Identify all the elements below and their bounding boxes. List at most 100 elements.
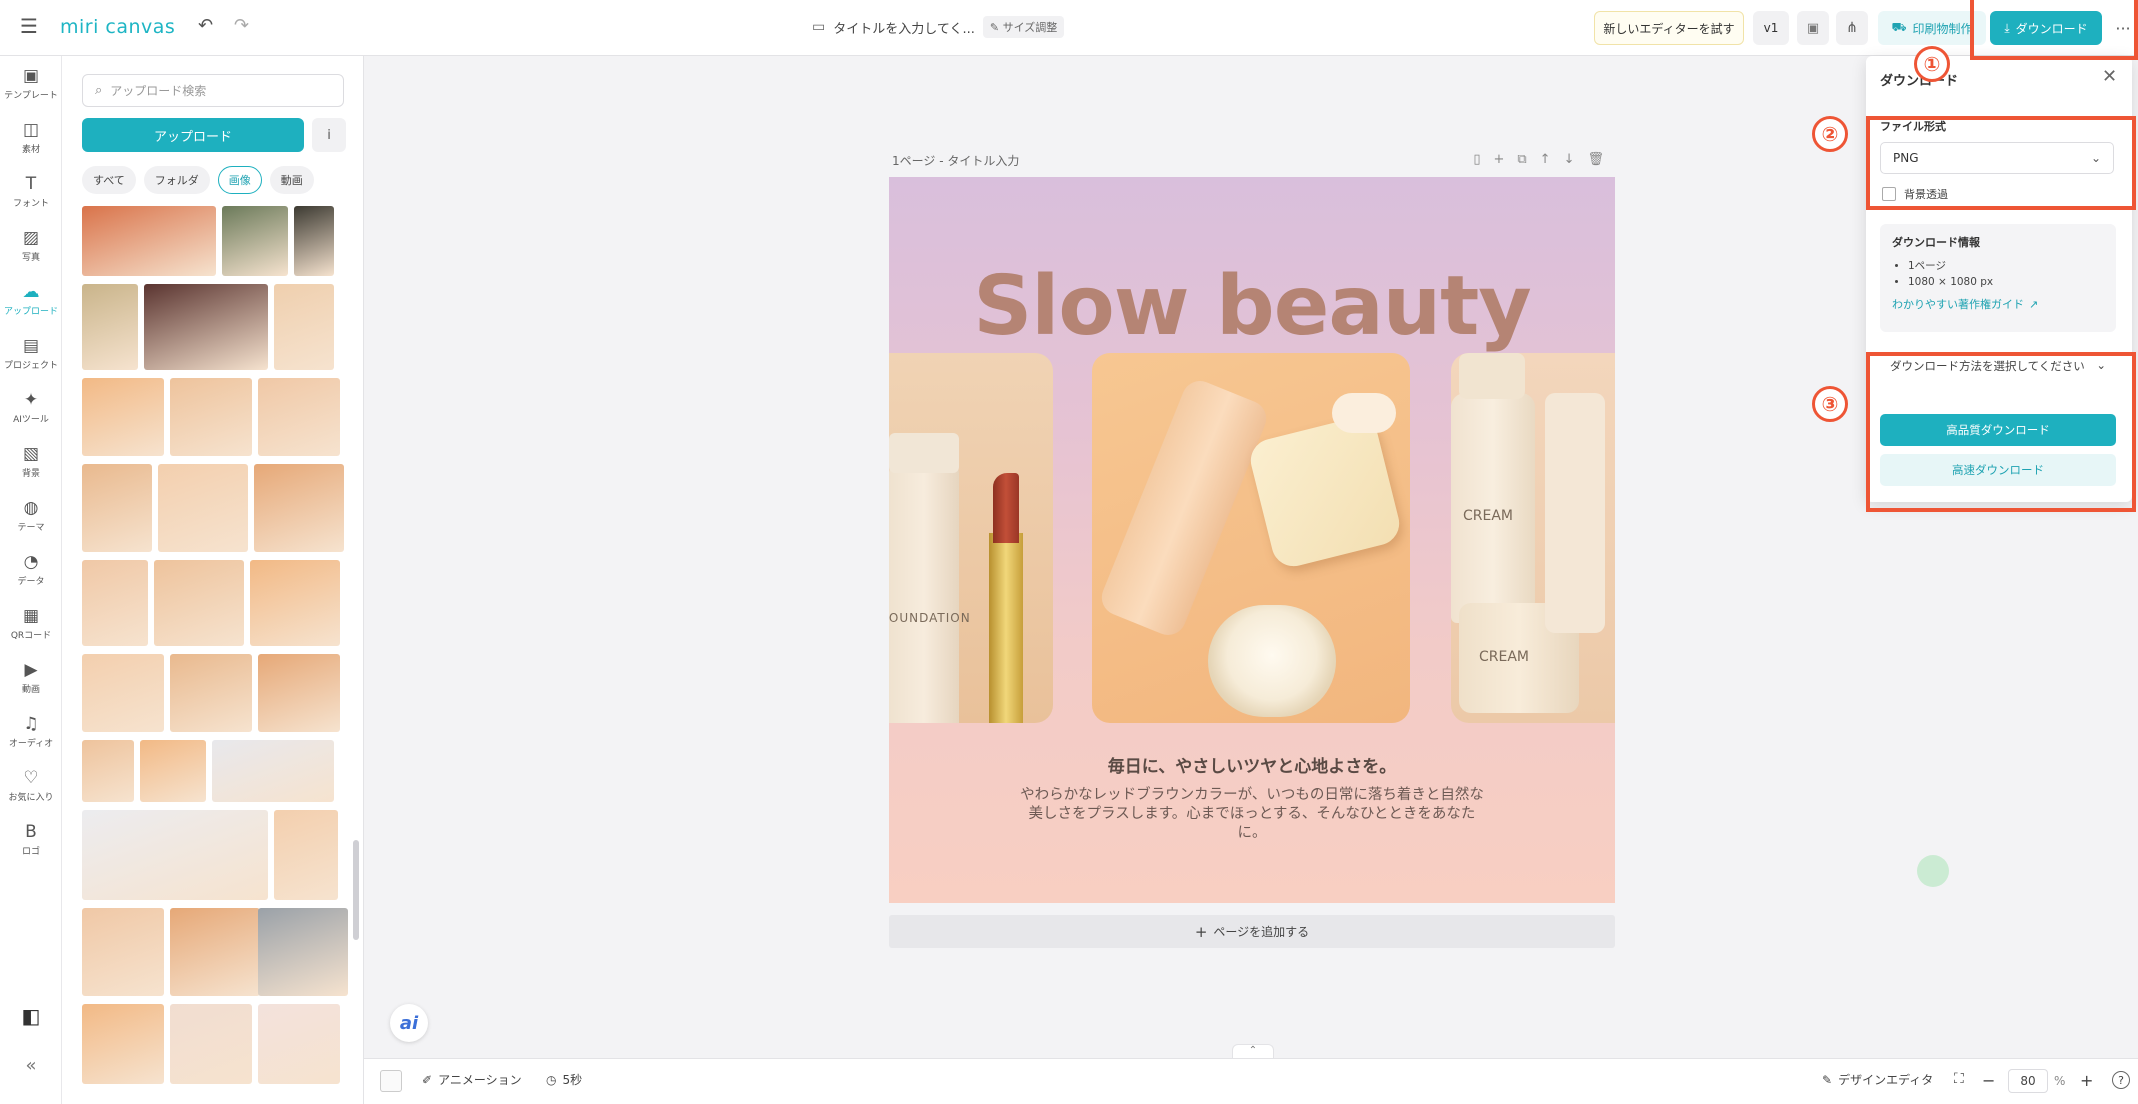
upload-thumbnail[interactable] xyxy=(140,740,206,802)
rail-item-font[interactable]: T フォント xyxy=(0,174,62,209)
product-photo-right[interactable]: CREAM CREAM xyxy=(1451,353,1615,723)
chip-image[interactable]: 画像 xyxy=(217,166,262,194)
folder-icon[interactable]: ▭ xyxy=(812,19,825,35)
move-up-icon[interactable]: ↑ xyxy=(1540,152,1551,167)
rail-item-ai-tools[interactable]: ✦ AIツール xyxy=(0,390,62,425)
duration-button[interactable]: ◷ 5秒 xyxy=(546,1071,582,1088)
upload-thumbnail[interactable] xyxy=(82,1004,164,1084)
upload-thumbnail[interactable] xyxy=(82,908,164,996)
duplicate-page-icon[interactable]: ⧉ xyxy=(1517,152,1526,167)
upload-thumbnail[interactable] xyxy=(254,464,344,552)
video-icon: ▶ xyxy=(24,660,38,680)
product-photo-center[interactable] xyxy=(1092,353,1410,723)
upload-thumbnail[interactable] xyxy=(170,1004,252,1084)
chip-video[interactable]: 動画 xyxy=(269,166,314,194)
upload-thumbnail[interactable] xyxy=(274,810,338,900)
rail-item-project[interactable]: ▤ プロジェクト xyxy=(0,336,62,371)
animation-button[interactable]: ✐ アニメーション xyxy=(422,1071,522,1088)
upload-thumbnail[interactable] xyxy=(170,654,252,732)
zoom-out-icon[interactable]: − xyxy=(1982,1071,1995,1090)
rail-item-upload-cloud[interactable]: ☁ アップロード xyxy=(0,276,62,324)
redo-icon[interactable]: ↷ xyxy=(234,15,249,36)
rail-item-photo[interactable]: ▨ 写真 xyxy=(0,228,62,263)
product-photo-left[interactable]: FOUNDATION xyxy=(889,353,1053,723)
page-thumbnail-toggle[interactable] xyxy=(380,1070,402,1092)
design-editor-button[interactable]: ✎ デザインエディタ xyxy=(1822,1071,1933,1088)
upload-thumbnail[interactable] xyxy=(82,378,164,456)
delete-page-icon[interactable]: 🗑 xyxy=(1587,152,1604,167)
document-title-area: ▭ タイトルを入力してく... ✎ サイズ調整 xyxy=(812,16,1065,38)
ai-assistant-button[interactable]: ai xyxy=(390,1004,428,1042)
fullscreen-icon[interactable]: ⛶ xyxy=(1954,1071,1964,1087)
upload-thumbnail[interactable] xyxy=(82,464,152,552)
rail-item-label: プロジェクト xyxy=(3,361,58,371)
add-page-icon[interactable]: + xyxy=(1493,152,1504,167)
collapse-pages-toggle[interactable]: ⌃ xyxy=(1232,1044,1274,1058)
upload-thumbnail[interactable] xyxy=(222,206,288,276)
upload-thumbnail[interactable] xyxy=(258,378,340,456)
rail-item-background[interactable]: ▧ 背景 xyxy=(0,444,62,479)
upload-thumbnail[interactable] xyxy=(82,560,148,646)
close-icon[interactable]: ✕ xyxy=(2102,66,2117,87)
upload-thumbnail[interactable] xyxy=(258,908,348,996)
upload-thumbnail[interactable] xyxy=(82,284,138,370)
share-icon[interactable]: ⋔ xyxy=(1836,11,1868,45)
font-icon: T xyxy=(25,174,37,194)
upload-thumbnail[interactable] xyxy=(82,206,216,276)
undo-icon[interactable]: ↶ xyxy=(198,15,213,36)
page-note-icon[interactable]: ▯ xyxy=(1473,152,1480,167)
panel-scrollbar[interactable] xyxy=(353,840,359,940)
help-icon[interactable]: ? xyxy=(2112,1071,2130,1089)
copyright-guide-link[interactable]: わかりやすい著作権ガイド ↗ xyxy=(1892,296,2104,312)
brand-book-icon[interactable]: ◧ xyxy=(0,1006,62,1026)
upload-thumbnail[interactable] xyxy=(258,1004,340,1084)
upload-thumbnail[interactable] xyxy=(82,740,134,802)
search-icon: ⌕ xyxy=(95,83,103,98)
move-down-icon[interactable]: ↓ xyxy=(1564,152,1575,167)
upload-button[interactable]: アップロード xyxy=(82,118,304,152)
rail-item-elements[interactable]: ◫ 素材 xyxy=(0,120,62,155)
rail-item-data[interactable]: ◔ データ xyxy=(0,552,62,587)
rail-item-audio[interactable]: ♫ オーディオ xyxy=(0,714,62,749)
zoom-input[interactable]: 80 xyxy=(2008,1069,2048,1093)
body-text[interactable]: やわらかなレッドブラウンカラーが、いつもの日常に落ち着きと自然な美しさをプラスし… xyxy=(1019,786,1485,843)
upload-thumbnail[interactable] xyxy=(274,284,334,370)
info-icon[interactable]: i xyxy=(312,118,346,152)
rail-item-logo[interactable]: B ロゴ xyxy=(0,822,62,857)
app-logo[interactable]: miri canvas xyxy=(60,16,175,38)
design-artboard[interactable]: Slow beauty FOUNDATION CREAM CREAM 毎日に、や… xyxy=(889,177,1615,903)
upload-thumbnail[interactable] xyxy=(82,654,164,732)
upload-thumbnail[interactable] xyxy=(258,654,340,732)
headline-text[interactable]: Slow beauty xyxy=(889,259,1615,354)
upload-thumbnail[interactable] xyxy=(250,560,340,646)
rail-item-favorite[interactable]: ♡ お気に入り xyxy=(0,768,62,803)
upload-thumbnail[interactable] xyxy=(158,464,248,552)
chip-all[interactable]: すべて xyxy=(82,166,136,194)
upload-thumbnail[interactable] xyxy=(82,810,268,900)
upload-thumbnail[interactable] xyxy=(144,284,268,370)
document-title[interactable]: タイトルを入力してく... xyxy=(833,18,975,37)
chip-folder[interactable]: フォルダ xyxy=(143,166,210,194)
hamburger-menu-icon[interactable]: ☰ xyxy=(20,14,38,38)
save-icon[interactable]: ▣ xyxy=(1797,11,1829,45)
cream-label-top: CREAM xyxy=(1463,508,1514,524)
upload-thumbnail[interactable] xyxy=(154,560,244,646)
upload-search-input[interactable]: ⌕ アップロード検索 xyxy=(82,74,344,107)
try-new-editor-button[interactable]: 新しいエディターを試す xyxy=(1594,11,1744,45)
rail-item-theme[interactable]: ◍ テーマ xyxy=(0,498,62,533)
upload-thumbnail[interactable] xyxy=(170,908,260,996)
version-button[interactable]: v1 xyxy=(1753,11,1789,45)
rail-item-template[interactable]: ▣ テンプレート xyxy=(0,66,62,101)
resize-badge[interactable]: ✎ サイズ調整 xyxy=(982,16,1065,38)
upload-thumbnail[interactable] xyxy=(294,206,334,276)
page-label[interactable]: 1ページ - タイトル入力 xyxy=(892,154,1019,168)
collapse-panel-icon[interactable]: « xyxy=(0,1056,62,1076)
upload-thumbnail[interactable] xyxy=(212,740,334,802)
zoom-in-icon[interactable]: + xyxy=(2080,1071,2093,1090)
upload-thumbnail[interactable] xyxy=(170,378,252,456)
annotation-box-2 xyxy=(1866,116,2136,210)
subheadline-text[interactable]: 毎日に、やさしいツヤと心地よさを。 xyxy=(889,752,1615,777)
rail-item-video[interactable]: ▶ 動画 xyxy=(0,660,62,695)
add-page-button[interactable]: + ページを追加する xyxy=(889,915,1615,948)
rail-item-qr-code[interactable]: ▦ QRコード xyxy=(0,606,62,641)
